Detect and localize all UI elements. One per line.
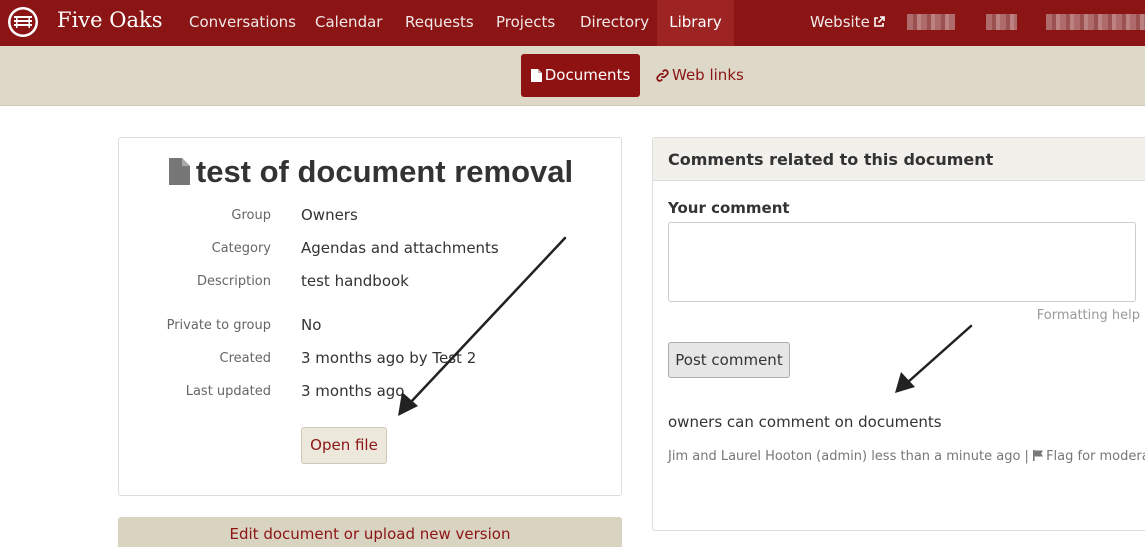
field-value-group: Owners [301, 206, 358, 224]
flag-icon [1033, 450, 1044, 461]
nav-calendar[interactable]: Calendar [315, 0, 382, 46]
top-navbar: Five Oaks Conversations Calendar Request… [0, 0, 1145, 46]
redacted-user-menu[interactable] [1046, 14, 1145, 30]
document-title-text: test of document removal [195, 154, 574, 189]
field-label-group: Group [231, 208, 271, 223]
field-value-description: test handbook [301, 272, 409, 290]
field-label-created: Created [219, 351, 271, 366]
post-comment-button[interactable]: Post comment [668, 342, 790, 378]
comment-author-time: Jim and Laurel Hooton (admin) less than … [668, 449, 1034, 464]
comment-text: owners can comment on documents [668, 413, 942, 431]
field-label-category: Category [211, 241, 271, 256]
field-value-created: 3 months ago by Test 2 [301, 349, 477, 367]
nav-library[interactable]: Library [657, 0, 734, 46]
field-label-description: Description [196, 274, 271, 289]
redacted-nav-item[interactable] [907, 14, 955, 30]
nav-conversations[interactable]: Conversations [189, 0, 296, 46]
comments-header-title: Comments related to this document [668, 150, 994, 169]
documents-tab-label: Documents [544, 66, 631, 84]
field-value-category: Agendas and attachments [301, 239, 499, 257]
library-subnav: Documents Web links [0, 46, 1145, 106]
field-label-updated: Last updated [185, 384, 271, 399]
web-links-tab-label: Web links [672, 66, 744, 84]
documents-tab[interactable]: Documents [521, 54, 640, 97]
nav-website[interactable]: Website [810, 0, 885, 46]
comment-textarea[interactable] [668, 222, 1136, 302]
comments-header: Comments related to this document [653, 138, 1145, 181]
flag-label: Flag for moderation [1046, 449, 1145, 464]
nav-website-label: Website [810, 13, 870, 31]
document-icon [168, 158, 190, 185]
edit-document-button[interactable]: Edit document or upload new version [118, 517, 622, 547]
your-comment-label: Your comment [668, 199, 790, 217]
formatting-help-link[interactable]: Formatting help [1037, 308, 1140, 323]
web-links-tab[interactable]: Web links [656, 54, 744, 97]
redacted-nav-item[interactable] [986, 14, 1017, 30]
field-value-updated: 3 months ago [301, 382, 405, 400]
external-link-icon [873, 16, 885, 27]
nav-projects[interactable]: Projects [496, 0, 555, 46]
comments-panel: Comments related to this document Your c… [652, 137, 1145, 531]
link-icon [656, 69, 669, 82]
field-label-private: Private to group [166, 318, 271, 333]
document-details-card: test of document removal Group Owners Ca… [118, 137, 622, 496]
open-file-button[interactable]: Open file [301, 427, 387, 464]
nav-directory[interactable]: Directory [580, 0, 649, 46]
brand-name[interactable]: Five Oaks [57, 8, 163, 32]
document-title: test of document removal [119, 154, 623, 190]
nav-requests[interactable]: Requests [405, 0, 474, 46]
field-value-private: No [301, 316, 322, 334]
document-icon [530, 69, 542, 82]
flag-for-moderation-link[interactable]: Flag for moderation [1033, 449, 1145, 464]
comment-meta: Jim and Laurel Hooton (admin) less than … [668, 449, 1145, 464]
five-oaks-logo-icon[interactable] [7, 6, 39, 38]
